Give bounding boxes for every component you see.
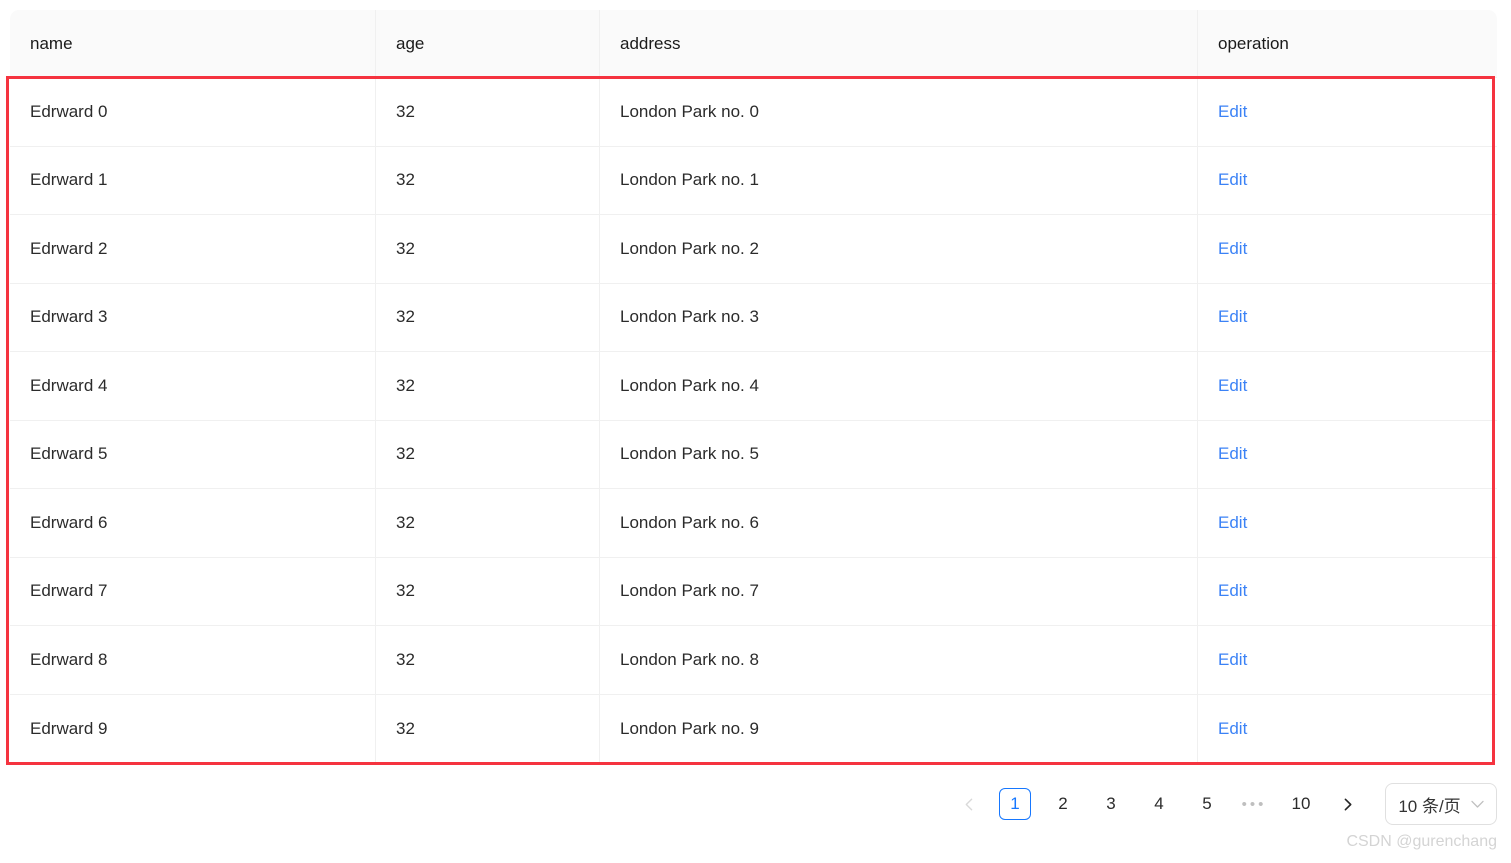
cell-age: 32 xyxy=(376,557,600,626)
cell-age: 32 xyxy=(376,626,600,695)
cell-age: 32 xyxy=(376,489,600,558)
edit-link[interactable]: Edit xyxy=(1218,581,1247,600)
table-row: Edrward 5 32 London Park no. 5 Edit xyxy=(10,420,1497,489)
cell-operation: Edit xyxy=(1198,146,1497,215)
edit-link[interactable]: Edit xyxy=(1218,170,1247,189)
cell-name: Edrward 8 xyxy=(10,626,376,695)
edit-link[interactable]: Edit xyxy=(1218,650,1247,669)
page-size-select[interactable]: 10 条/页 xyxy=(1385,783,1497,825)
column-header-name[interactable]: name xyxy=(10,10,376,78)
table-header-row: name age address operation xyxy=(10,10,1497,78)
cell-operation: Edit xyxy=(1198,352,1497,421)
cell-operation: Edit xyxy=(1198,626,1497,695)
cell-operation: Edit xyxy=(1198,283,1497,352)
edit-link[interactable]: Edit xyxy=(1218,239,1247,258)
edit-link[interactable]: Edit xyxy=(1218,307,1247,326)
cell-address: London Park no. 3 xyxy=(600,283,1198,352)
cell-name: Edrward 9 xyxy=(10,694,376,763)
chevron-left-icon[interactable] xyxy=(953,788,985,820)
edit-link[interactable]: Edit xyxy=(1218,376,1247,395)
table-row: Edrward 9 32 London Park no. 9 Edit xyxy=(10,694,1497,763)
cell-name: Edrward 1 xyxy=(10,146,376,215)
cell-operation: Edit xyxy=(1198,420,1497,489)
table-body: Edrward 0 32 London Park no. 0 Edit Edrward … xyxy=(10,78,1497,763)
column-header-operation[interactable]: operation xyxy=(1198,10,1497,78)
edit-link[interactable]: Edit xyxy=(1218,444,1247,463)
cell-name: Edrward 3 xyxy=(10,283,376,352)
cell-operation: Edit xyxy=(1198,489,1497,558)
page-button-1[interactable]: 1 xyxy=(999,788,1031,820)
cell-operation: Edit xyxy=(1198,557,1497,626)
pagination: 1 2 3 4 5 ••• 10 10 条/页 xyxy=(0,783,1497,825)
cell-address: London Park no. 9 xyxy=(600,694,1198,763)
cell-operation: Edit xyxy=(1198,78,1497,147)
table-header: name age address operation xyxy=(10,10,1497,78)
cell-name: Edrward 0 xyxy=(10,78,376,147)
cell-address: London Park no. 5 xyxy=(600,420,1198,489)
cell-address: London Park no. 7 xyxy=(600,557,1198,626)
cell-address: London Park no. 6 xyxy=(600,489,1198,558)
cell-age: 32 xyxy=(376,78,600,147)
pagination-ellipsis[interactable]: ••• xyxy=(1237,788,1271,820)
chevron-down-icon xyxy=(1471,800,1484,809)
cell-address: London Park no. 4 xyxy=(600,352,1198,421)
cell-name: Edrward 7 xyxy=(10,557,376,626)
watermark: CSDN @gurenchang xyxy=(1346,833,1497,850)
cell-name: Edrward 2 xyxy=(10,215,376,284)
table-row: Edrward 8 32 London Park no. 8 Edit xyxy=(10,626,1497,695)
cell-operation: Edit xyxy=(1198,694,1497,763)
edit-link[interactable]: Edit xyxy=(1218,102,1247,121)
cell-address: London Park no. 0 xyxy=(600,78,1198,147)
edit-link[interactable]: Edit xyxy=(1218,719,1247,738)
cell-address: London Park no. 1 xyxy=(600,146,1198,215)
cell-name: Edrward 6 xyxy=(10,489,376,558)
table-row: Edrward 6 32 London Park no. 6 Edit xyxy=(10,489,1497,558)
column-header-age[interactable]: age xyxy=(376,10,600,78)
table-row: Edrward 0 32 London Park no. 0 Edit xyxy=(10,78,1497,147)
page-button-last[interactable]: 10 xyxy=(1285,788,1317,820)
cell-address: London Park no. 2 xyxy=(600,215,1198,284)
column-header-address[interactable]: address xyxy=(600,10,1198,78)
cell-age: 32 xyxy=(376,694,600,763)
data-table-container: name age address operation Edrward 0 32 Lo… xyxy=(10,10,1497,763)
cell-operation: Edit xyxy=(1198,215,1497,284)
page-root: name age address operation Edrward 0 32 Lo… xyxy=(0,0,1511,863)
cell-age: 32 xyxy=(376,283,600,352)
page-size-label: 10 条/页 xyxy=(1398,796,1461,816)
cell-age: 32 xyxy=(376,420,600,489)
cell-name: Edrward 5 xyxy=(10,420,376,489)
table-row: Edrward 2 32 London Park no. 2 Edit xyxy=(10,215,1497,284)
page-button-5[interactable]: 5 xyxy=(1191,788,1223,820)
cell-name: Edrward 4 xyxy=(10,352,376,421)
table-row: Edrward 1 32 London Park no. 1 Edit xyxy=(10,146,1497,215)
cell-age: 32 xyxy=(376,215,600,284)
edit-link[interactable]: Edit xyxy=(1218,513,1247,532)
table-row: Edrward 7 32 London Park no. 7 Edit xyxy=(10,557,1497,626)
page-button-4[interactable]: 4 xyxy=(1143,788,1175,820)
page-button-2[interactable]: 2 xyxy=(1047,788,1079,820)
page-button-3[interactable]: 3 xyxy=(1095,788,1127,820)
cell-address: London Park no. 8 xyxy=(600,626,1198,695)
chevron-right-icon[interactable] xyxy=(1331,788,1363,820)
cell-age: 32 xyxy=(376,146,600,215)
table-row: Edrward 3 32 London Park no. 3 Edit xyxy=(10,283,1497,352)
cell-age: 32 xyxy=(376,352,600,421)
data-table: name age address operation Edrward 0 32 Lo… xyxy=(10,10,1497,763)
table-row: Edrward 4 32 London Park no. 4 Edit xyxy=(10,352,1497,421)
